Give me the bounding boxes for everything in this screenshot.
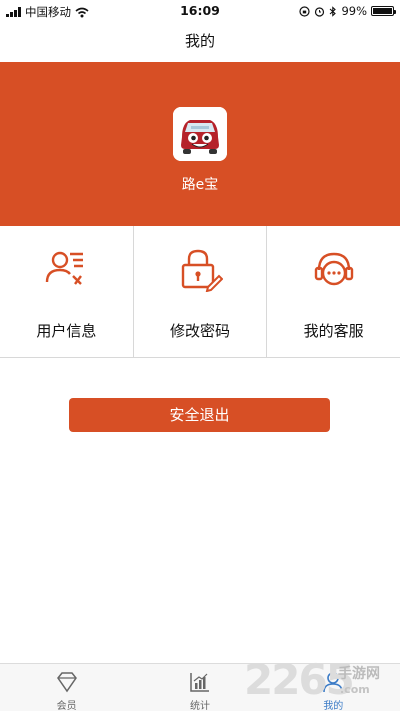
watermark-logo: 2265 手游网 .com: [244, 655, 394, 709]
red-car-cartoon-icon: [173, 107, 227, 161]
bluetooth-icon: [330, 5, 337, 17]
change-password-item[interactable]: 修改密码: [134, 226, 268, 357]
status-right: 99%: [299, 4, 396, 18]
menu-grid: 用户信息 修改密码 我的客服: [0, 226, 400, 358]
user-info-label: 用户信息: [36, 322, 97, 340]
watermark-url: .com: [340, 683, 370, 696]
customer-service-label: 我的客服: [303, 322, 364, 340]
logout-button[interactable]: 安全退出: [69, 398, 330, 432]
change-password-label: 修改密码: [170, 322, 231, 340]
lock-edit-icon: [181, 249, 223, 292]
tab-member-label: 会员: [56, 701, 77, 712]
diamond-icon: [56, 672, 77, 693]
alarm-icon: [315, 6, 325, 17]
user-info-item[interactable]: 用户信息: [0, 226, 134, 357]
page-title: 我的: [184, 32, 215, 50]
customer-service-item[interactable]: 我的客服: [267, 226, 400, 357]
rotation-lock-icon: [299, 5, 311, 17]
app-name: 路e宝: [181, 177, 219, 193]
battery-percent: 99%: [341, 4, 367, 18]
watermark-number: 2265: [244, 655, 355, 704]
battery-icon: [371, 6, 396, 16]
user-info-icon: [46, 251, 84, 285]
customer-service-icon: [314, 252, 353, 286]
tab-member[interactable]: 会员: [0, 664, 133, 712]
watermark-name: 手游网: [338, 666, 380, 682]
profile-banner: 路e宝: [0, 62, 400, 226]
status-bar: 中国移动 16:09 99%: [0, 0, 400, 22]
bar-chart-icon: [190, 673, 209, 692]
